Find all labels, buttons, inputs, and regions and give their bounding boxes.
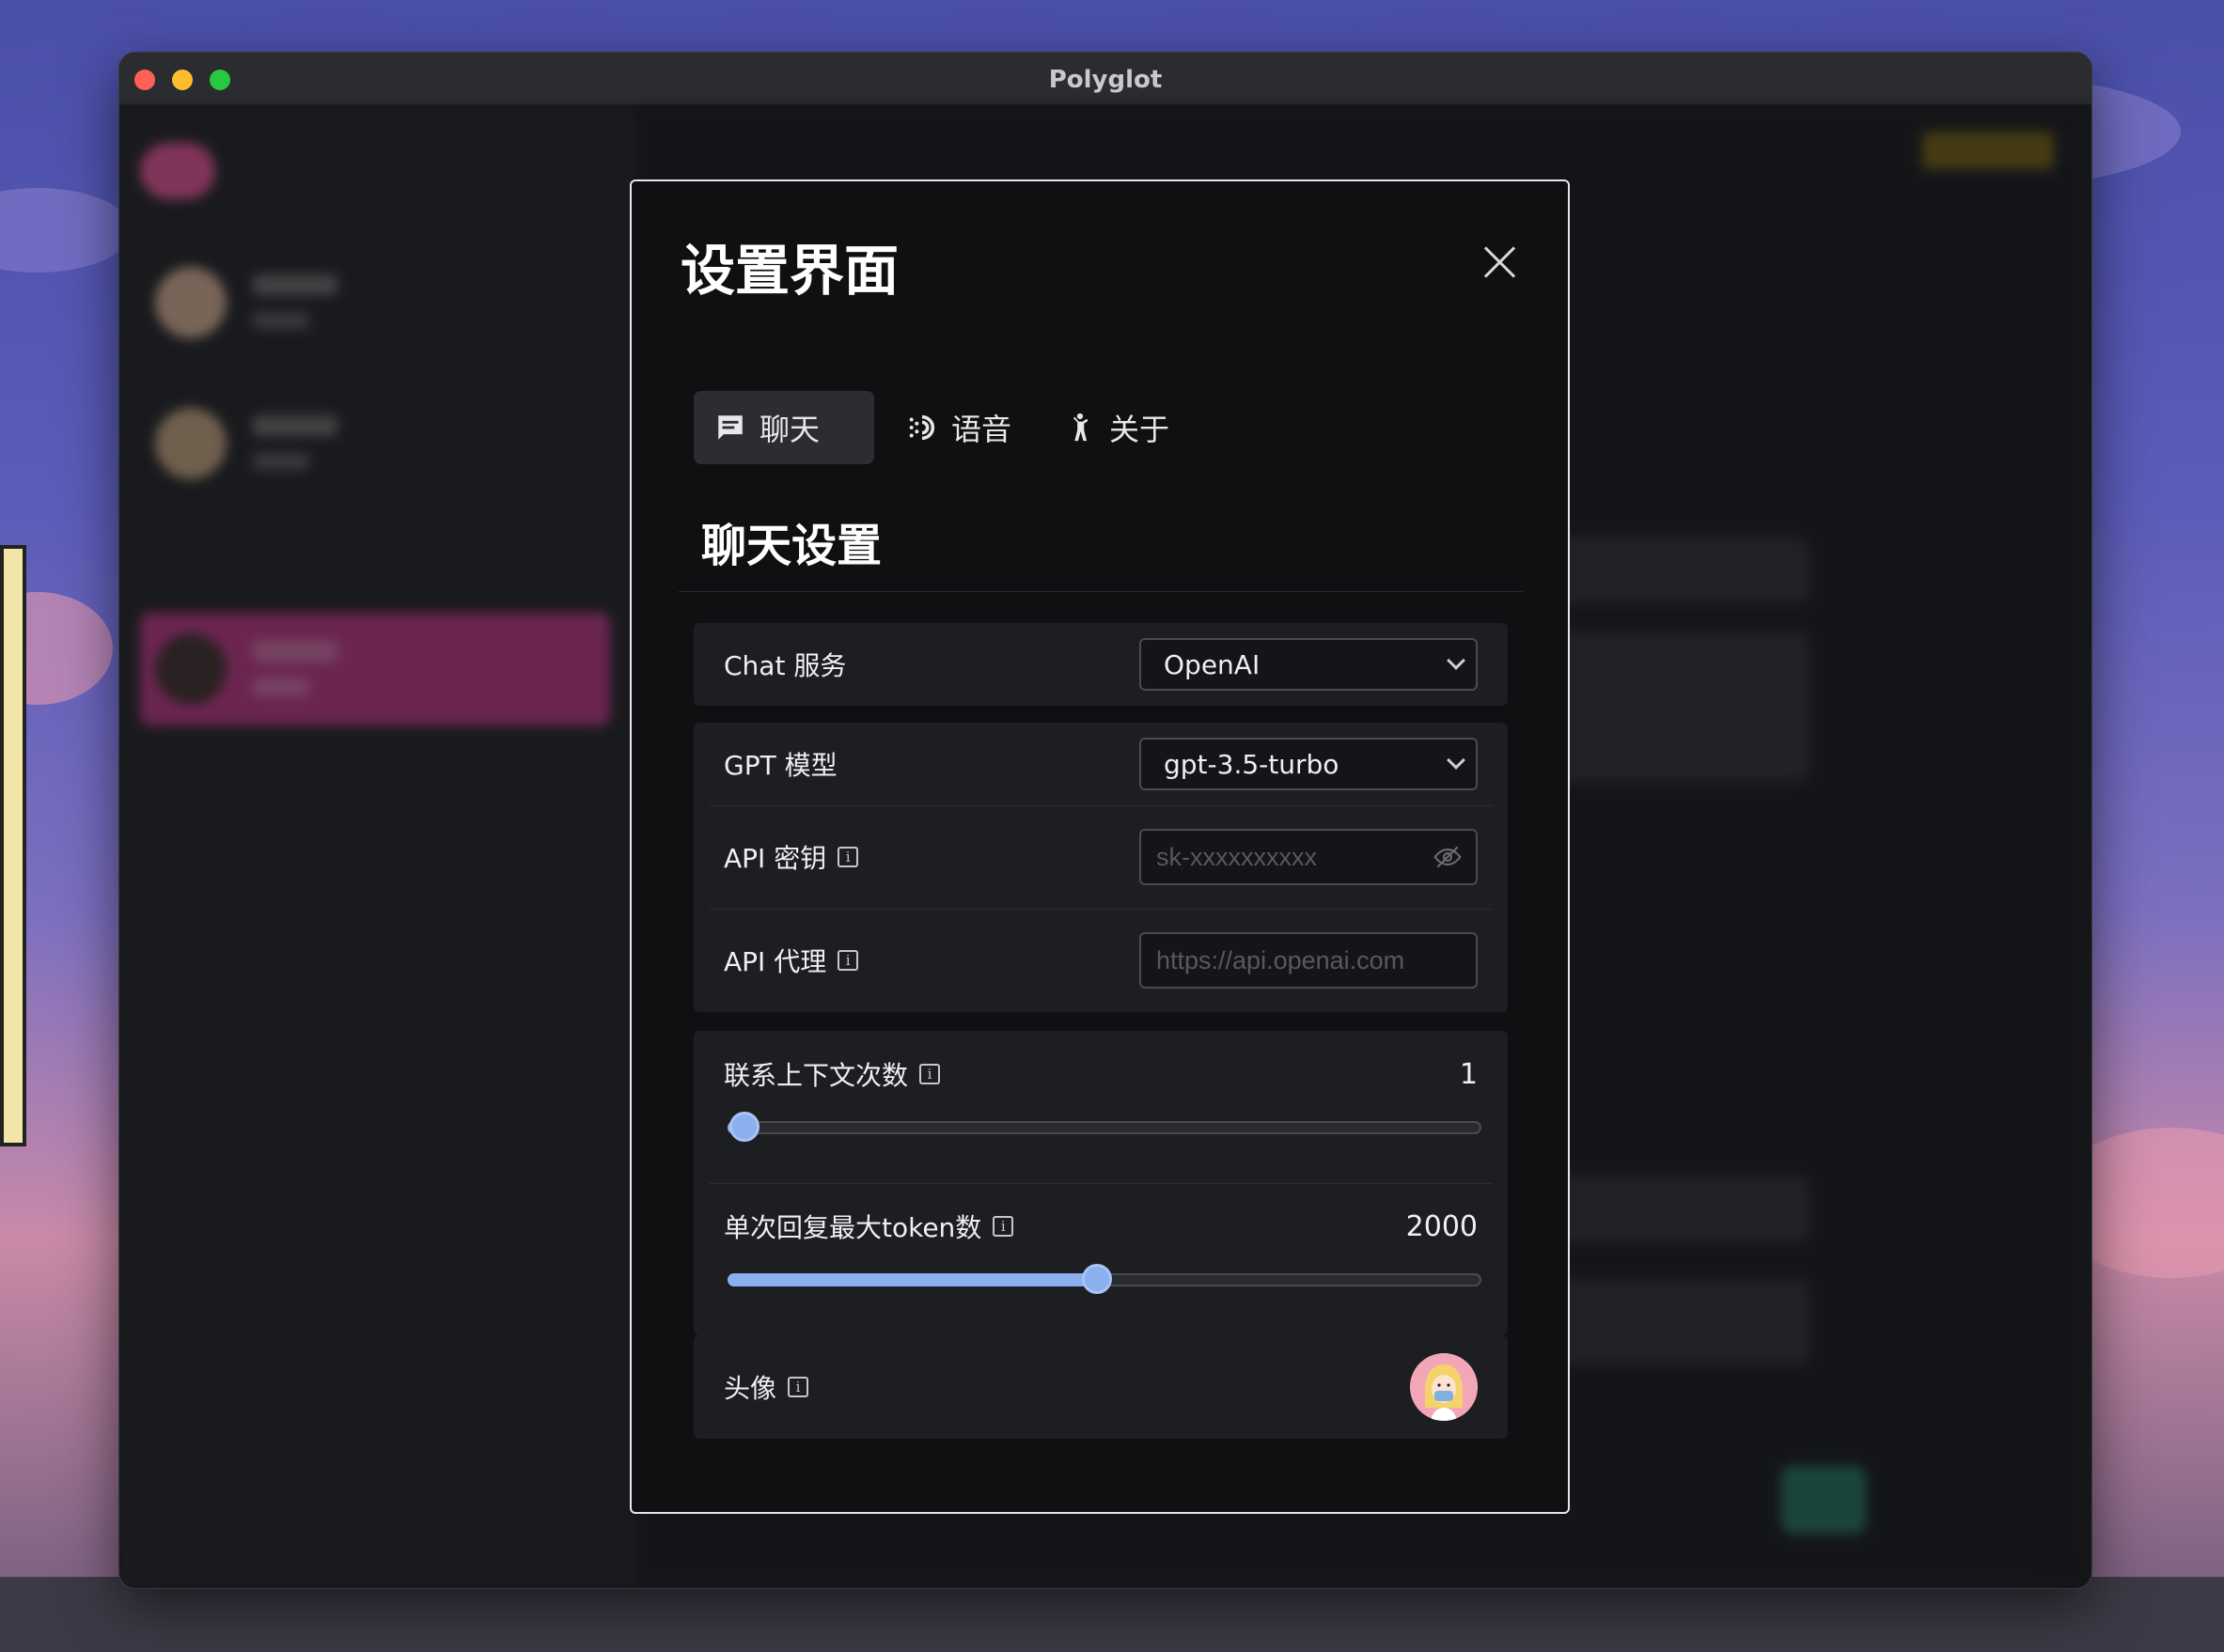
section-title: 聊天设置 <box>701 520 883 572</box>
chat-list-item <box>140 246 610 359</box>
max-tokens-row: 单次回复最大token数 i 2000 <box>694 1183 1508 1335</box>
chat-list-item <box>140 387 610 500</box>
chat-service-select[interactable]: OpenAI <box>1139 638 1478 691</box>
slider-thumb[interactable] <box>728 1112 760 1142</box>
chat-service-label: Chat 服务 <box>724 650 847 681</box>
tab-label: 聊天 <box>760 412 821 447</box>
avatar <box>155 633 227 705</box>
eye-off-icon[interactable] <box>1433 842 1463 872</box>
close-icon[interactable] <box>1480 242 1521 283</box>
info-icon[interactable]: i <box>919 1064 941 1084</box>
api-proxy-input[interactable] <box>1156 945 1429 975</box>
sliders-card: 联系上下文次数 i 1 单次回复最大token数 i 2000 <box>694 1031 1508 1335</box>
tab-chat[interactable]: 聊天 <box>694 391 874 464</box>
avatar-label-text: 头像 <box>724 1373 777 1404</box>
info-icon[interactable]: i <box>993 1216 1014 1237</box>
api-key-field <box>1139 829 1478 885</box>
voice-icon <box>909 414 935 441</box>
settings-modal: 设置界面 聊天 语音 关于 聊天设置 Chat 服务 OpenAI GPT 模型… <box>630 179 1570 1514</box>
avatar[interactable] <box>1410 1353 1478 1421</box>
tab-label: 关于 <box>1109 412 1170 447</box>
context-count-slider[interactable] <box>728 1112 1481 1142</box>
title-bar: Polyglot <box>119 53 2091 105</box>
settings-tabs: 聊天 语音 关于 <box>694 391 1190 464</box>
api-key-input[interactable] <box>1156 842 1429 872</box>
info-icon[interactable]: i <box>788 1377 809 1397</box>
wallpaper-building <box>0 545 26 1146</box>
gpt-model-value: gpt-3.5-turbo <box>1164 748 1339 780</box>
max-tokens-slider[interactable] <box>728 1264 1481 1294</box>
context-count-row: 联系上下文次数 i 1 <box>694 1031 1508 1183</box>
wallpaper-cloud <box>0 188 132 273</box>
api-proxy-label: API 代理 i <box>724 942 859 979</box>
tab-about[interactable]: 关于 <box>1043 391 1190 464</box>
gpt-model-row: GPT 模型 gpt-3.5-turbo <box>694 723 1508 805</box>
avatar-label: 头像 i <box>724 1368 809 1406</box>
slider-fill <box>728 1273 1100 1286</box>
avatar <box>155 267 227 338</box>
chat-service-row: Chat 服务 OpenAI <box>694 623 1508 706</box>
chat-list-item-active <box>140 613 610 725</box>
api-key-label: API 密钥 i <box>724 838 859 876</box>
chat-service-value: OpenAI <box>1164 648 1261 680</box>
chevron-down-icon <box>1447 651 1465 670</box>
tab-label: 语音 <box>951 412 1012 447</box>
person-icon <box>1073 413 1089 442</box>
max-tokens-value: 2000 <box>1405 1209 1478 1243</box>
avatar <box>155 408 227 479</box>
app-logo <box>140 143 215 199</box>
chat-icon <box>718 415 743 440</box>
window-title: Polyglot <box>1048 66 1163 94</box>
avatar-row: 头像 i <box>694 1335 1508 1439</box>
tab-voice[interactable]: 语音 <box>885 391 1032 464</box>
divider <box>679 591 1523 592</box>
background-send-button <box>1781 1466 1866 1534</box>
api-key-label-text: API 密钥 <box>724 843 827 874</box>
api-proxy-field <box>1139 932 1478 989</box>
info-icon[interactable]: i <box>838 847 859 867</box>
slider-thumb[interactable] <box>1082 1264 1113 1294</box>
max-tokens-label-text: 单次回复最大token数 <box>724 1212 982 1243</box>
max-tokens-label: 单次回复最大token数 i <box>724 1208 1014 1245</box>
avatar-card: 头像 i <box>694 1335 1508 1439</box>
background-top-button <box>1922 132 2054 169</box>
context-count-label: 联系上下文次数 i <box>724 1055 941 1093</box>
gpt-model-select[interactable]: gpt-3.5-turbo <box>1139 738 1478 790</box>
avatar-illustration <box>1410 1353 1478 1421</box>
gpt-model-label: GPT 模型 <box>724 750 838 781</box>
api-key-row: API 密钥 i <box>694 805 1508 909</box>
context-count-value: 1 <box>1459 1057 1478 1091</box>
chat-service-card: Chat 服务 OpenAI <box>694 623 1508 706</box>
api-proxy-row: API 代理 i <box>694 909 1508 1012</box>
chevron-down-icon <box>1447 751 1465 770</box>
background-sidebar <box>119 105 634 1588</box>
info-icon[interactable]: i <box>838 950 859 971</box>
openai-config-card: GPT 模型 gpt-3.5-turbo API 密钥 i API 代理 i h… <box>694 723 1508 1012</box>
modal-title: 设置界面 <box>681 239 900 303</box>
api-proxy-label-text: API 代理 <box>724 946 827 977</box>
context-count-label-text: 联系上下文次数 <box>724 1060 909 1091</box>
